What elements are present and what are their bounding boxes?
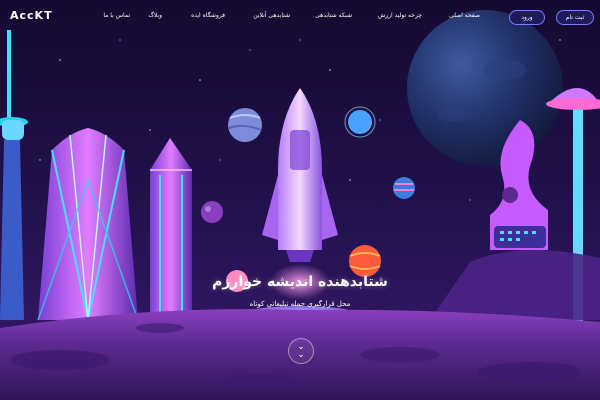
nav-item-value-cycle[interactable]: چرخه تولید ارزش: [378, 12, 422, 19]
hero-title: شتابدهنده اندیشه خوارزم: [212, 274, 388, 290]
scroll-down-button[interactable]: ⌄ ⌄: [288, 338, 314, 364]
nav-item-home[interactable]: صفحه اصلی: [449, 12, 480, 19]
nav-item-idea-shop[interactable]: فروشگاه ایده: [191, 12, 225, 19]
brand-logo[interactable]: AccKT: [10, 9, 53, 22]
double-chevron-down-icon: ⌄ ⌄: [297, 342, 305, 360]
hero-section: شتابدهنده اندیشه خوارزم محل قرارگیری جمل…: [190, 274, 410, 308]
login-button[interactable]: ورود: [509, 10, 545, 25]
nav-item-online-acceleration[interactable]: شتابدهی آنلاین: [253, 12, 290, 19]
nav-item-blog[interactable]: وبلاگ: [148, 12, 162, 19]
nav-item-accelerator-network[interactable]: شبکه شتابدهی: [315, 12, 352, 19]
hero-subtitle: محل قرارگیری جمله تبلیغاتی کوتاه: [249, 300, 351, 308]
nav-item-contact[interactable]: تماس با ما: [103, 12, 130, 19]
top-navigation: AccKT صفحه اصلی چرخه تولید ارزش شبکه شتا…: [0, 0, 600, 34]
landing-page: AccKT صفحه اصلی چرخه تولید ارزش شبکه شتا…: [0, 0, 600, 400]
signup-button[interactable]: ثبت نام: [556, 10, 594, 25]
